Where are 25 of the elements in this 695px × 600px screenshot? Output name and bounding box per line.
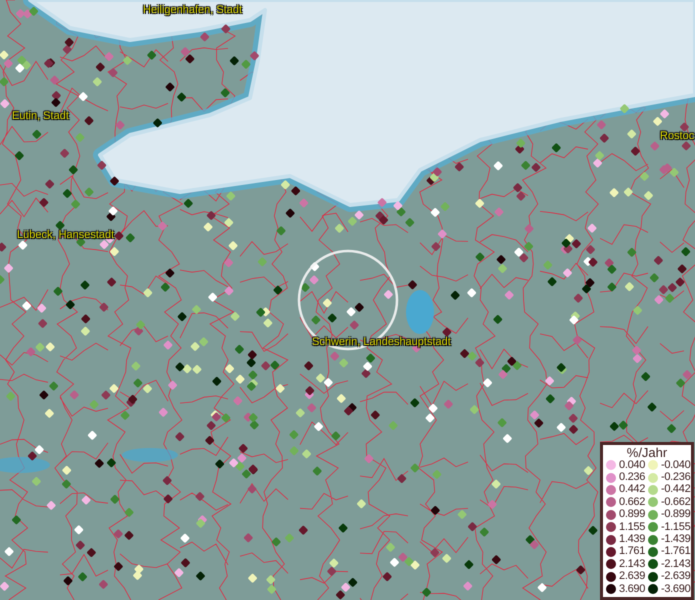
legend-label: 0.236 [619,472,646,484]
legend-label: 1.439 [619,534,646,546]
legend-label: 0.040 [619,460,646,471]
legend-label: -1.761 [661,546,690,558]
legend-label: -1.155 [661,522,690,533]
legend-label: 0.662 [619,496,646,508]
legend-title: %/Jahr [626,446,668,459]
legend-label: 2.143 [619,558,646,570]
legend-label: 0.899 [619,509,646,520]
legend-label: -0.236 [661,472,690,484]
legend-label: -0.899 [661,509,690,520]
legend-label: -0.040 [661,460,690,471]
legend-label: -0.662 [661,496,690,508]
legend-label: -1.439 [661,534,690,546]
legend-label: 1.761 [619,546,646,558]
legend-label: -0.442 [661,484,690,496]
legend-label: 2.639 [619,571,646,582]
city-label: Eutin, Stadt [12,110,69,123]
legend-label: -2.639 [661,571,690,582]
city-label: Heiligenhafen, Stadt [143,4,242,17]
legend-label: 1.155 [619,522,646,533]
legend-label: -2.143 [661,558,690,570]
legend-label: 0.442 [619,484,646,496]
legend-label: -3.690 [661,584,690,595]
legend-label: 3.690 [619,584,646,595]
